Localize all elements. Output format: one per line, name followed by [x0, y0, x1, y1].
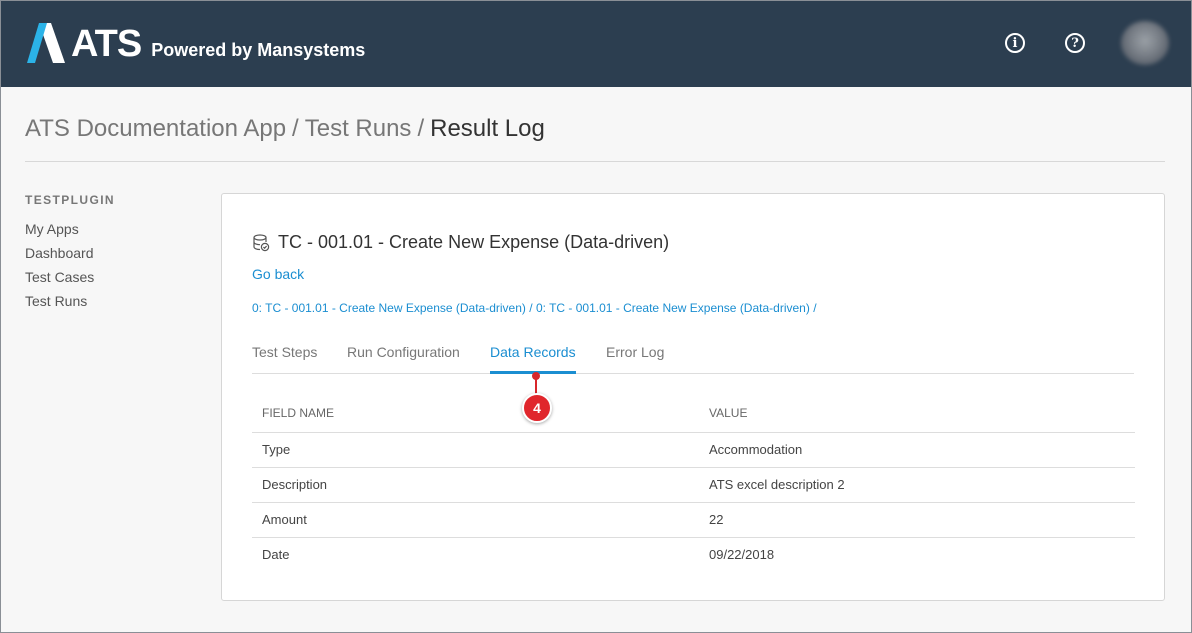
value-cell: Accommodation [699, 432, 1135, 468]
run-path-separator: / [813, 301, 817, 315]
result-tabs: Test Steps Run Configuration Data Record… [252, 344, 1134, 374]
top-navigation-bar: ATS Powered by Mansystems i ? [1, 1, 1191, 87]
table-row: Type Accommodation [252, 432, 1135, 468]
info-icon[interactable]: i [1005, 33, 1025, 53]
result-log-card: TC - 001.01 - Create New Expense (Data-d… [221, 193, 1165, 601]
table-row: Description ATS excel description 2 [252, 467, 1135, 503]
help-icon[interactable]: ? [1065, 33, 1085, 53]
breadcrumb-test-runs[interactable]: Test Runs [305, 115, 412, 142]
divider [25, 161, 1165, 162]
field-name-cell: Description [252, 467, 699, 503]
field-name-cell: Amount [252, 502, 699, 538]
avatar[interactable] [1121, 21, 1169, 65]
sidebar-item-test-cases[interactable]: Test Cases [25, 269, 94, 285]
data-records-table: FIELD NAME VALUE Type Accommodation Desc… [252, 394, 1135, 572]
test-case-title: TC - 001.01 - Create New Expense (Data-d… [252, 232, 669, 253]
tab-error-log[interactable]: Error Log [606, 344, 664, 374]
breadcrumb-current: Result Log [430, 115, 545, 142]
tab-data-records[interactable]: Data Records [490, 344, 576, 374]
run-path-separator: / [529, 301, 533, 315]
column-header-value: VALUE [699, 394, 1135, 433]
breadcrumb-separator: / [417, 115, 425, 142]
field-name-cell: Date [262, 547, 290, 563]
logo-mark-icon [27, 23, 65, 63]
sidebar-heading: TESTPLUGIN [25, 193, 116, 207]
breadcrumb-separator: / [292, 115, 299, 142]
run-path-link[interactable]: 0: TC - 001.01 - Create New Expense (Dat… [252, 301, 526, 315]
run-path-link[interactable]: 0: TC - 001.01 - Create New Expense (Dat… [536, 301, 810, 315]
database-icon [253, 233, 270, 251]
go-back-link[interactable]: Go back [252, 266, 304, 282]
value-cell: ATS excel description 2 [699, 467, 1135, 503]
sidebar-item-my-apps[interactable]: My Apps [25, 221, 79, 237]
tab-test-steps[interactable]: Test Steps [252, 344, 317, 374]
table-row: Date 09/22/2018 [252, 537, 1135, 572]
column-header-field-name: FIELD NAME [252, 394, 699, 433]
value-cell: 22 [699, 502, 1135, 538]
test-case-title-text: TC - 001.01 - Create New Expense (Data-d… [278, 232, 670, 252]
sidebar-item-test-runs[interactable]: Test Runs [25, 293, 87, 309]
sidebar-item-dashboard[interactable]: Dashboard [25, 245, 94, 261]
run-path: 0: TC - 001.01 - Create New Expense (Dat… [252, 301, 817, 315]
logo-tagline: Powered by Mansystems [151, 40, 366, 60]
breadcrumb: ATS Documentation App / Test Runs / Result L… [25, 115, 545, 143]
breadcrumb-app[interactable]: ATS Documentation App [25, 115, 286, 142]
ats-logo[interactable]: ATS Powered by Mansystems [25, 23, 365, 63]
callout-badge: 4 [522, 393, 552, 423]
field-name-cell: Type [252, 432, 699, 468]
table-row: Amount 22 [252, 502, 1135, 538]
value-cell: 09/22/2018 [709, 547, 775, 563]
logo-text: ATS [71, 23, 142, 65]
callout-pointer-dot [532, 372, 540, 380]
table-header-row: FIELD NAME VALUE [252, 394, 1135, 433]
tab-run-configuration[interactable]: Run Configuration [347, 344, 460, 374]
